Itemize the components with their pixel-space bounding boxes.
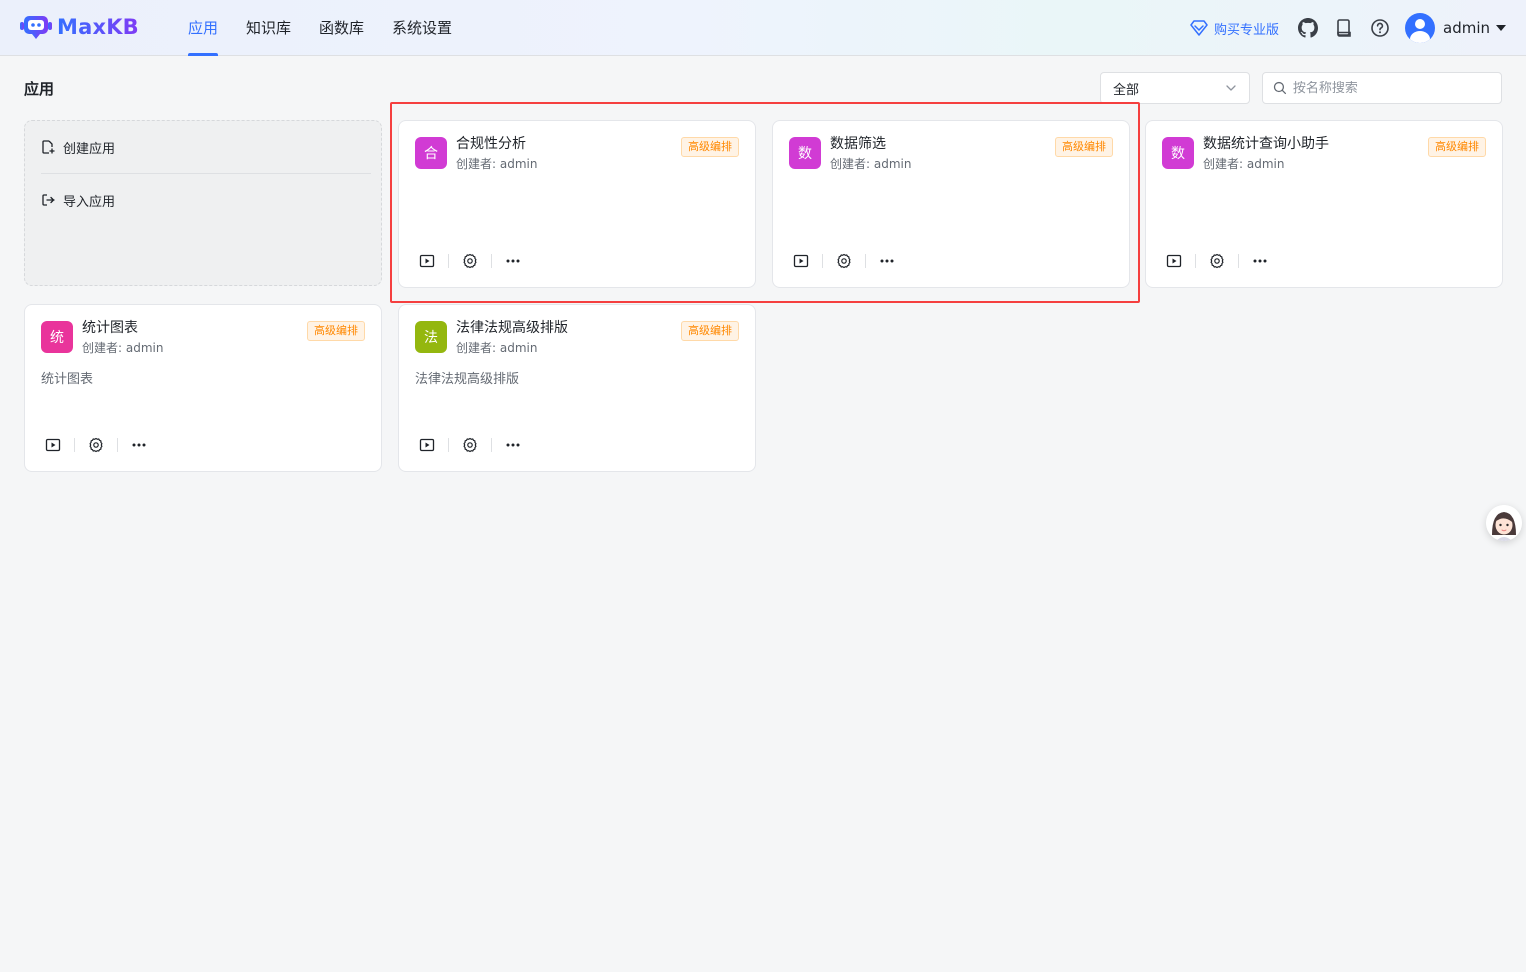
logo[interactable]: MaxKB	[20, 14, 139, 40]
more-icon[interactable]	[129, 435, 149, 455]
demo-play-icon[interactable]	[1164, 251, 1184, 271]
card-actions	[1164, 251, 1270, 271]
nav-apps[interactable]: 应用	[176, 0, 230, 56]
divider	[1195, 254, 1196, 268]
settings-gear-icon[interactable]	[460, 435, 480, 455]
user-menu[interactable]: admin	[1405, 13, 1506, 43]
app-card[interactable]: 数 数据筛选 创建者: admin 高级编排	[772, 120, 1130, 288]
search-input[interactable]	[1292, 80, 1491, 96]
new-document-icon	[42, 140, 55, 154]
more-icon[interactable]	[877, 251, 897, 271]
divider	[74, 438, 75, 452]
card-actions	[43, 435, 149, 455]
app-name: 数据统计查询小助手	[1203, 136, 1329, 152]
demo-play-icon[interactable]	[417, 435, 437, 455]
divider	[491, 438, 492, 452]
settings-gear-icon[interactable]	[834, 251, 854, 271]
app-type-badge: 高级编排	[681, 137, 739, 157]
demo-play-icon[interactable]	[791, 251, 811, 271]
main-nav: 应用 知识库 函数库 系统设置	[176, 0, 468, 56]
assistant-avatar-button[interactable]	[1486, 505, 1522, 541]
import-app-button[interactable]: 导入应用	[35, 174, 371, 226]
github-icon[interactable]	[1297, 17, 1319, 39]
app-type-badge: 高级编排	[1055, 137, 1113, 157]
caret-down-icon	[1496, 25, 1506, 31]
search-icon	[1273, 81, 1287, 95]
create-app-label: 创建应用	[63, 141, 116, 157]
app-avatar: 数	[1162, 137, 1194, 169]
app-type-badge: 高级编排	[681, 321, 739, 341]
app-creator: 创建者: admin	[82, 341, 164, 355]
settings-gear-icon[interactable]	[1207, 251, 1227, 271]
more-icon[interactable]	[503, 251, 523, 271]
app-type-badge: 高级编排	[307, 321, 365, 341]
nav-settings[interactable]: 系统设置	[380, 0, 464, 56]
robot-logo-icon	[20, 14, 52, 40]
app-name: 数据筛选	[830, 136, 886, 152]
divider	[491, 254, 492, 268]
card-actions	[791, 251, 897, 271]
create-app-button[interactable]: 创建应用	[35, 121, 371, 173]
app-creator: 创建者: admin	[456, 341, 538, 355]
chevron-down-icon	[1226, 85, 1236, 91]
more-icon[interactable]	[503, 435, 523, 455]
nav-knowledge[interactable]: 知识库	[234, 0, 303, 56]
divider	[448, 254, 449, 268]
avatar	[1405, 13, 1435, 43]
type-filter-value: 全部	[1113, 82, 1140, 98]
app-card[interactable]: 数 数据统计查询小助手 创建者: admin 高级编排	[1145, 120, 1503, 288]
card-actions	[417, 435, 523, 455]
app-name: 统计图表	[82, 320, 138, 336]
import-icon	[42, 194, 55, 206]
app-name: 法律法规高级排版	[456, 320, 568, 336]
app-avatar: 统	[41, 321, 73, 353]
settings-gear-icon[interactable]	[86, 435, 106, 455]
assistant-face-icon	[1486, 505, 1522, 541]
app-card[interactable]: 统 统计图表 创建者: admin 高级编排 统计图表	[24, 304, 382, 472]
app-card[interactable]: 合 合规性分析 创建者: admin 高级编排	[398, 120, 756, 288]
top-header: MaxKB 应用 知识库 函数库 系统设置 购买专业版 admin	[0, 0, 1526, 56]
app-avatar: 法	[415, 321, 447, 353]
divider	[865, 254, 866, 268]
divider	[822, 254, 823, 268]
app-creator: 创建者: admin	[456, 157, 538, 171]
search-box[interactable]	[1262, 72, 1502, 104]
import-app-label: 导入应用	[63, 194, 116, 210]
app-name: 合规性分析	[456, 136, 526, 152]
header-actions: 购买专业版 admin	[1190, 0, 1506, 56]
app-card[interactable]: 法 法律法规高级排版 创建者: admin 高级编排 法律法规高级排版	[398, 304, 756, 472]
type-filter-select[interactable]: 全部	[1100, 72, 1250, 104]
demo-play-icon[interactable]	[417, 251, 437, 271]
user-name: admin	[1443, 19, 1490, 37]
page-title: 应用	[24, 80, 55, 98]
help-circle-icon[interactable]	[1369, 17, 1391, 39]
app-avatar: 合	[415, 137, 447, 169]
demo-play-icon[interactable]	[43, 435, 63, 455]
divider	[448, 438, 449, 452]
app-avatar: 数	[789, 137, 821, 169]
nav-functions[interactable]: 函数库	[307, 0, 376, 56]
diamond-icon	[1190, 20, 1208, 36]
buy-pro-label: 购买专业版	[1213, 22, 1279, 38]
app-type-badge: 高级编排	[1428, 137, 1486, 157]
docs-book-icon[interactable]	[1333, 17, 1355, 39]
create-app-card: 创建应用 导入应用	[24, 120, 382, 286]
buy-pro-link[interactable]: 购买专业版	[1190, 19, 1279, 38]
app-description: 法律法规高级排版	[415, 372, 520, 387]
divider	[117, 438, 118, 452]
logo-text: MaxKB	[57, 15, 139, 39]
app-creator: 创建者: admin	[1203, 157, 1285, 171]
app-description: 统计图表	[41, 372, 94, 387]
app-creator: 创建者: admin	[830, 157, 912, 171]
card-actions	[417, 251, 523, 271]
more-icon[interactable]	[1250, 251, 1270, 271]
settings-gear-icon[interactable]	[460, 251, 480, 271]
divider	[1238, 254, 1239, 268]
